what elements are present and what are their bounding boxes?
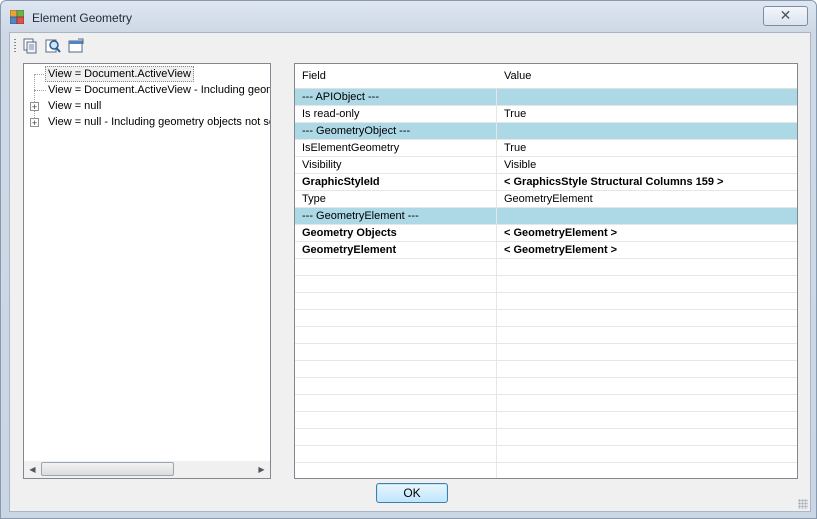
- grid-empty-row: [295, 463, 797, 478]
- scroll-thumb[interactable]: [41, 462, 174, 476]
- tree-item-label: View = null: [48, 100, 102, 112]
- dialog-client-area: View = Document.ActiveView View = Docume…: [9, 32, 811, 512]
- grid-section-row[interactable]: --- APIObject ---: [295, 89, 797, 106]
- grid-section-row[interactable]: --- GeometryObject ---: [295, 123, 797, 140]
- tree-horizontal-scrollbar[interactable]: ◀ ▶: [24, 461, 270, 478]
- tree-item-view-null[interactable]: + View = null: [24, 98, 270, 114]
- grid-row[interactable]: Geometry Objects < GeometryElement >: [295, 225, 797, 242]
- field-cell: [295, 412, 497, 428]
- grid-row[interactable]: IsElementGeometry True: [295, 140, 797, 157]
- tree-item-label: View = null - Including geometry objects…: [48, 116, 271, 128]
- value-cell: [497, 208, 797, 224]
- field-cell: Visibility: [295, 157, 497, 173]
- value-cell: Visible: [504, 159, 537, 171]
- field-cell: [295, 429, 497, 445]
- value-cell[interactable]: < GeometryElement >: [497, 242, 797, 258]
- field-cell: GraphicStyleId: [295, 174, 497, 190]
- field-cell: --- GeometryElement ---: [295, 208, 497, 224]
- window-title: Element Geometry: [32, 11, 133, 25]
- grid-empty-row: [295, 327, 797, 344]
- grid-row[interactable]: GeometryElement < GeometryElement >: [295, 242, 797, 259]
- title-bar[interactable]: Element Geometry ✕: [1, 1, 816, 29]
- grid-empty-row: [295, 276, 797, 293]
- value-cell: [497, 89, 797, 105]
- grid-row[interactable]: Is read-only True: [295, 106, 797, 123]
- grid-row[interactable]: Type GeometryElement: [295, 191, 797, 208]
- expand-plus-icon[interactable]: +: [30, 102, 39, 112]
- grid-empty-row: [295, 429, 797, 446]
- field-cell: [295, 276, 497, 292]
- expand-plus-icon[interactable]: +: [30, 118, 39, 128]
- field-cell: [295, 378, 497, 394]
- grid-empty-row: [295, 395, 797, 412]
- field-cell: Is read-only: [295, 106, 497, 122]
- field-cell: [295, 395, 497, 411]
- grid-empty-row: [295, 293, 797, 310]
- grid-row[interactable]: Visibility Visible: [295, 157, 797, 174]
- tree-item-active-view[interactable]: View = Document.ActiveView: [24, 66, 270, 82]
- tree-item-active-view-geometry[interactable]: View = Document.ActiveView - Including g…: [24, 82, 270, 98]
- tree-item-label: View = Document.ActiveView: [45, 66, 194, 82]
- field-cell: [295, 310, 497, 326]
- window-icon[interactable]: [67, 37, 85, 55]
- field-cell: IsElementGeometry: [295, 140, 497, 156]
- toolbar: [12, 35, 132, 57]
- field-cell: [295, 344, 497, 360]
- field-cell: --- GeometryObject ---: [295, 123, 497, 139]
- value-cell: GeometryElement: [504, 193, 593, 205]
- field-cell: Type: [295, 191, 497, 207]
- close-button[interactable]: ✕: [763, 6, 808, 26]
- field-cell: [295, 446, 497, 462]
- tree-item-label: View = Document.ActiveView - Including g…: [48, 84, 271, 96]
- grid-empty-row: [295, 412, 797, 429]
- grid-empty-row: [295, 259, 797, 276]
- field-cell: [295, 361, 497, 377]
- grid-section-row[interactable]: --- GeometryElement ---: [295, 208, 797, 225]
- grid-empty-row: [295, 446, 797, 463]
- field-cell: Geometry Objects: [295, 225, 497, 241]
- tree-item-view-null-geometry[interactable]: + View = null - Including geometry objec…: [24, 114, 270, 130]
- column-header-value[interactable]: Value: [497, 64, 797, 88]
- scroll-right-arrow-icon[interactable]: ▶: [253, 461, 270, 478]
- element-geometry-window: Element Geometry ✕ View = Document.Activ…: [0, 0, 817, 519]
- properties-grid[interactable]: Field Value --- APIObject --- Is read-onl…: [294, 63, 798, 479]
- value-cell: True: [504, 142, 527, 154]
- grid-empty-row: [295, 310, 797, 327]
- grid-row[interactable]: GraphicStyleId < GraphicsStyle Structural…: [295, 174, 797, 191]
- grid-header: Field Value: [295, 64, 797, 89]
- close-icon: ✕: [779, 7, 792, 23]
- value-cell: [497, 123, 797, 139]
- value-cell[interactable]: < GeometryElement >: [497, 225, 797, 241]
- app-icon: [10, 10, 24, 24]
- find-icon[interactable]: [44, 37, 62, 55]
- field-cell: --- APIObject ---: [295, 89, 497, 105]
- field-cell: [295, 327, 497, 343]
- copy-icon[interactable]: [21, 37, 39, 55]
- field-cell: [295, 293, 497, 309]
- toolbar-grip-icon[interactable]: [14, 39, 16, 53]
- resize-grip-icon[interactable]: [798, 499, 808, 509]
- value-cell[interactable]: < GraphicsStyle Structural Columns 159 >: [497, 174, 797, 190]
- column-header-field[interactable]: Field: [295, 64, 497, 88]
- grid-empty-row: [295, 361, 797, 378]
- scroll-left-arrow-icon[interactable]: ◀: [24, 461, 41, 478]
- grid-empty-row: [295, 344, 797, 361]
- value-cell: True: [504, 108, 527, 120]
- field-cell: [295, 463, 497, 478]
- view-tree[interactable]: View = Document.ActiveView View = Docume…: [23, 63, 271, 479]
- field-cell: [295, 259, 497, 275]
- field-cell: GeometryElement: [295, 242, 497, 258]
- grid-empty-row: [295, 378, 797, 395]
- ok-button[interactable]: OK: [376, 483, 448, 503]
